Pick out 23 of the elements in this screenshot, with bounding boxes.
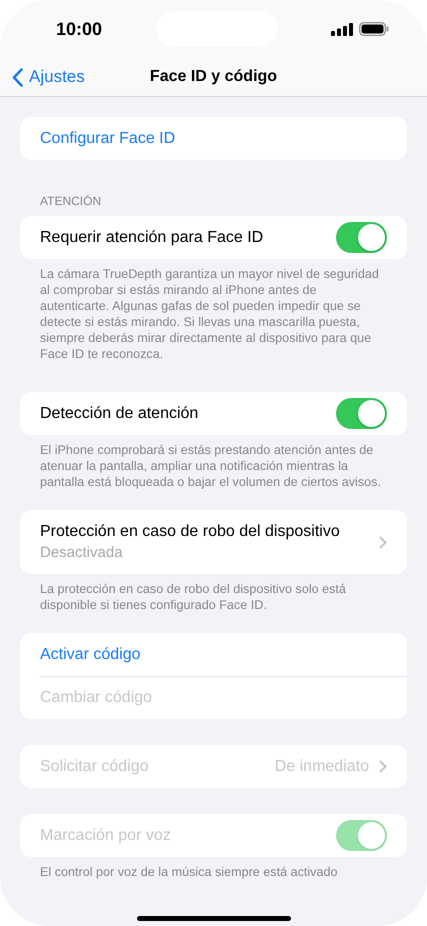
- section-header: ATENCIÓN: [39, 194, 102, 210]
- section-footnote: El control por voz de la música siempre está activado: [39, 864, 338, 880]
- page-title: Face ID y código: [150, 68, 278, 86]
- setting-label: Detección de atención: [40, 404, 200, 422]
- setting-label[interactable]: Protección en caso de robo del dispositivo: [40, 523, 369, 541]
- chevron-right-icon: [379, 760, 387, 773]
- section-footnote: La cámara TrueDepth garantiza un mayor nivel de seguridad al comprobar si estás mirando al iPhone antes de autenticarte. Algunas gafas de sol pueden impedir que se detecte si estás mirando. Si llevas una mascarilla puesta, siempre deberás mirar directamente al dispositivo para que Face ID te reconozca.: [39, 266, 380, 362]
- section-footnote: La protección en caso de robo del dispositivo solo está disponible si tienes configurado Face ID.: [39, 581, 347, 613]
- toggle-switch[interactable]: [336, 222, 387, 253]
- setting-label: Marcación por voz: [40, 826, 172, 844]
- settings-link[interactable]: Activar código: [40, 646, 387, 664]
- section-footnote: El iPhone comprobará si estás prestando atención antes de atenuar la pantalla, ampliar una notificación mientras la pantalla está bloqueada o bajar el volumen de ciertos avisos.: [39, 442, 382, 490]
- back-button[interactable]: Ajustes: [12, 67, 85, 87]
- setting-value: De inmediato: [274, 758, 369, 776]
- settings-link[interactable]: Configurar Face ID: [40, 130, 387, 148]
- status-time: 10:00: [56, 18, 102, 40]
- setting-label: Requerir atención para Face ID: [40, 228, 264, 246]
- setting-status: Desactivada: [40, 544, 124, 561]
- signal-icon: [330, 22, 353, 36]
- chevron-right-icon: [379, 536, 387, 548]
- toggle-switch[interactable]: [336, 398, 387, 429]
- battery-icon: [358, 22, 389, 36]
- chevron-left-icon: [12, 68, 23, 86]
